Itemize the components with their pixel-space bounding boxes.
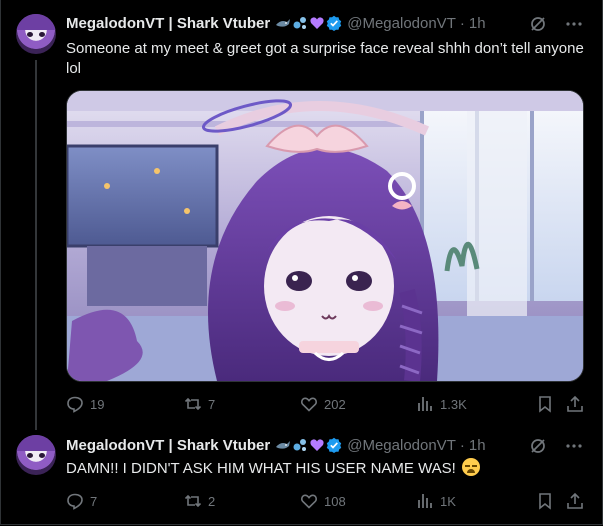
tweet-header: MegalodonVT | Shark Vtuber @MegalodonVT … — [66, 435, 486, 455]
author-name[interactable]: MegalodonVT | Shark Vtuber — [66, 437, 270, 454]
thread-line — [35, 60, 37, 430]
bubbles-emoji-icon — [293, 17, 307, 29]
author-name[interactable]: MegalodonVT | Shark Vtuber — [66, 15, 270, 32]
anime-vtuber-image-icon — [67, 91, 583, 381]
heart-icon — [301, 397, 317, 412]
repost-button[interactable]: 2 — [184, 492, 215, 510]
view-count: 1K — [440, 493, 456, 509]
tweet-text: Someone at my meet & greet got a surpris… — [66, 40, 584, 77]
bubbles-emoji-icon — [293, 439, 307, 451]
more-options-icon[interactable] — [565, 437, 583, 455]
more-options-icon[interactable] — [565, 15, 583, 33]
grok-icon[interactable] — [529, 437, 547, 455]
tweet-top-actions — [529, 437, 583, 455]
like-button[interactable]: 202 — [300, 395, 346, 413]
like-count: 108 — [324, 493, 346, 509]
repost-icon — [184, 494, 202, 508]
verified-badge-icon — [327, 15, 342, 31]
repost-button[interactable]: 7 — [184, 395, 215, 413]
heart-icon — [301, 494, 317, 509]
view-count: 1.3K — [440, 396, 467, 412]
views-button[interactable]: 1.3K — [416, 395, 467, 413]
tweet-header: MegalodonVT | Shark Vtuber @MegalodonVT … — [66, 13, 486, 33]
shark-emoji-icon — [276, 19, 291, 27]
share-button[interactable] — [566, 492, 584, 510]
bookmark-button[interactable] — [536, 395, 554, 413]
views-chart-icon — [418, 494, 432, 508]
views-chart-icon — [418, 397, 432, 411]
repost-count: 2 — [208, 493, 216, 509]
reply-icon — [67, 493, 83, 510]
share-button[interactable] — [566, 395, 584, 413]
share-icon — [567, 395, 583, 412]
tweet-top-actions — [529, 15, 583, 33]
loudly-crying-face-emoji-icon — [462, 458, 481, 476]
verified-badge-icon — [327, 437, 342, 453]
avatar[interactable] — [16, 14, 56, 54]
timestamp[interactable]: 1h — [469, 437, 486, 454]
profile-badges — [275, 15, 342, 31]
separator-dot: · — [459, 14, 465, 32]
shark-emoji-icon — [276, 441, 291, 449]
tweet-actions: 7 2 108 1K — [66, 492, 586, 512]
author-handle[interactable]: @MegalodonVT — [347, 15, 456, 32]
bookmark-button[interactable] — [536, 492, 554, 510]
repost-count: 7 — [208, 396, 216, 412]
repost-icon — [184, 397, 202, 411]
purple-heart-emoji-icon — [310, 439, 324, 451]
bookmark-icon — [539, 396, 551, 413]
grok-icon[interactable] — [529, 15, 547, 33]
profile-badges — [275, 437, 342, 453]
tweet-actions: 19 7 202 1.3K — [66, 395, 586, 415]
tweet[interactable]: MegalodonVT | Shark Vtuber @MegalodonVT … — [0, 425, 603, 526]
tweet-text: DAMN!! I DIDN'T ASK HIM WHAT HIS USER NA… — [66, 458, 586, 479]
purple-heart-emoji-icon — [310, 17, 324, 29]
timestamp[interactable]: 1h — [469, 15, 486, 32]
like-count: 202 — [324, 396, 346, 412]
author-handle[interactable]: @MegalodonVT — [347, 437, 456, 454]
like-button[interactable]: 108 — [300, 492, 346, 510]
separator-dot: · — [459, 436, 465, 454]
bookmark-icon — [539, 493, 551, 510]
reply-count: 19 — [90, 396, 105, 412]
avatar[interactable] — [16, 435, 56, 475]
reply-icon — [67, 396, 83, 413]
tweet[interactable]: MegalodonVT | Shark Vtuber @MegalodonVT … — [0, 0, 603, 430]
share-icon — [567, 492, 583, 509]
reply-button[interactable]: 7 — [66, 492, 97, 510]
tweet-media-image[interactable] — [66, 90, 584, 382]
reply-count: 7 — [90, 493, 98, 509]
reply-button[interactable]: 19 — [66, 395, 104, 413]
tweet-text-content: DAMN!! I DIDN'T ASK HIM WHAT HIS USER NA… — [66, 460, 456, 477]
views-button[interactable]: 1K — [416, 492, 456, 510]
